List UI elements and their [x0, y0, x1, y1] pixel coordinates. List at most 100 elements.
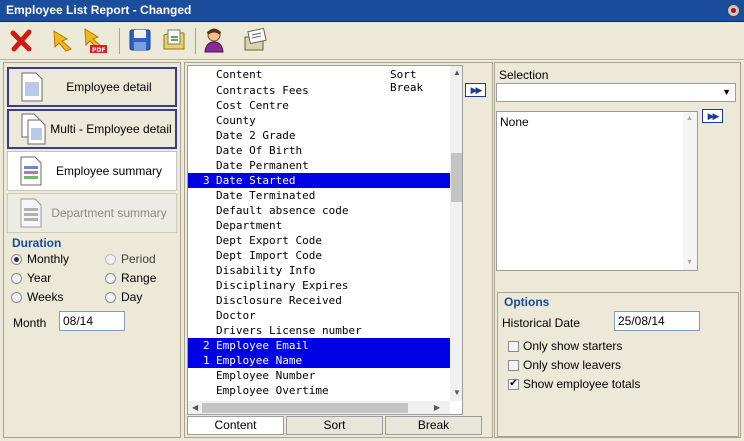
sort-order-number: 2	[203, 339, 210, 352]
radio-dot	[105, 253, 116, 265]
radio-weeks[interactable]: Weeks	[11, 290, 63, 304]
run-report-button[interactable]	[49, 25, 79, 55]
list-item-label: Date 2 Grade	[216, 129, 296, 142]
vertical-scrollbar[interactable]: ▲ ▼	[450, 66, 462, 401]
selection-add-button[interactable]: ▶▶	[702, 109, 723, 123]
list-item[interactable]: Contracts Fees	[188, 83, 450, 98]
month-input[interactable]: 08/14	[59, 311, 125, 331]
list-item[interactable]: Date Permanent	[188, 158, 450, 173]
double-arrow-right-icon: ▶▶	[470, 84, 483, 95]
report-type-panel: Employee detail Multi - Employee detail …	[3, 62, 181, 438]
list-item[interactable]: County	[188, 113, 450, 128]
checkbox-label: Only show leavers	[523, 358, 622, 372]
list-item[interactable]: Default absence code	[188, 203, 450, 218]
radio-label: Weeks	[27, 290, 64, 304]
scroll-down-icon[interactable]: ▼	[453, 388, 461, 397]
radio-range[interactable]: Range	[105, 271, 156, 285]
close-icon[interactable]	[727, 4, 740, 17]
radio-monthly[interactable]: Monthly	[11, 252, 69, 266]
documents-icon	[21, 113, 46, 145]
selection-combo[interactable]: ▼	[496, 83, 736, 102]
content-tabs: Content Sort Break	[187, 416, 483, 436]
list-item[interactable]: Dept Import Code	[188, 248, 450, 263]
scroll-up-icon[interactable]: ▲	[686, 115, 693, 122]
selection-item[interactable]: None	[500, 115, 529, 129]
list-item-label: Disciplinary Expires	[216, 279, 349, 292]
radio-label: Range	[121, 271, 157, 285]
list-item[interactable]: Date Of Birth	[188, 143, 450, 158]
scroll-right-icon[interactable]: ▶	[434, 403, 440, 412]
save-icon	[129, 29, 151, 51]
options-icon	[244, 27, 267, 51]
list-item[interactable]: 1 Employee Name	[188, 353, 450, 368]
toolbar-separator	[119, 28, 120, 54]
list-item[interactable]: Cost Centre	[188, 98, 450, 113]
checkbox-only-show-starters[interactable]: Only show starters	[508, 339, 622, 353]
user-button[interactable]	[199, 25, 229, 55]
list-item[interactable]: Employee Number	[188, 368, 450, 383]
list-rows: Contracts Fees Cost Centre County Date 2 Gr…	[188, 83, 450, 398]
list-header: Content Sort Break	[188, 68, 448, 94]
tab-sort[interactable]: Sort	[286, 416, 383, 435]
title-bar: Employee List Report - Changed	[0, 0, 744, 22]
list-item[interactable]: Employee Overtime	[188, 383, 450, 398]
list-item[interactable]: Date 2 Grade	[188, 128, 450, 143]
radio-label: Year	[27, 271, 52, 285]
list-item[interactable]: Disability Info	[188, 263, 450, 278]
list-item[interactable]: Disclosure Received	[188, 293, 450, 308]
list-item[interactable]: Doctor	[188, 308, 450, 323]
vertical-scrollbar[interactable]: ▲ ▼	[683, 112, 697, 270]
horizontal-scrollbar[interactable]: ◀ ▶	[188, 401, 450, 414]
scroll-down-icon[interactable]: ▼	[686, 259, 693, 266]
summary-document-icon	[20, 156, 42, 186]
list-item-label: Department	[216, 219, 283, 232]
list-item-label: Dept Import Code	[216, 249, 322, 262]
list-item[interactable]: 2 Employee Email	[188, 338, 450, 353]
list-item[interactable]: Drivers License number	[188, 323, 450, 338]
list-item[interactable]: Disciplinary Expires	[188, 278, 450, 293]
historical-date-input[interactable]: 25/08/14	[614, 311, 700, 331]
selection-listbox[interactable]: None ▲ ▼	[496, 111, 698, 271]
chevron-down-icon[interactable]: ▼	[722, 87, 731, 97]
list-item-label: Employee Name	[216, 354, 303, 367]
radio-day[interactable]: Day	[105, 290, 142, 304]
tab-content[interactable]: Content	[187, 416, 284, 435]
list-item[interactable]: Dept Export Code	[188, 233, 450, 248]
list-item-label: Cost Centre	[216, 99, 289, 112]
report-label: Employee summary	[55, 164, 163, 178]
report-employee-summary[interactable]: Employee summary	[7, 151, 177, 191]
options-button[interactable]	[240, 25, 270, 55]
header-content: Content	[216, 68, 263, 81]
checkbox-box: ✔	[508, 378, 519, 390]
delete-button[interactable]	[6, 25, 36, 55]
list-item-label: Disclosure Received	[216, 294, 342, 307]
toolbar: PDF	[0, 22, 744, 60]
options-group: Options Historical Date 25/08/14 Only sh…	[497, 292, 739, 437]
content-listbox[interactable]: Content Sort Break Contracts Fees Cost Ce…	[187, 65, 463, 415]
radio-period[interactable]: Period	[105, 252, 156, 266]
list-item[interactable]: Department	[188, 218, 450, 233]
open-button[interactable]	[159, 25, 189, 55]
scroll-thumb[interactable]	[451, 153, 462, 202]
report-employee-detail[interactable]: Employee detail	[7, 67, 177, 107]
toolbar-separator	[195, 28, 196, 54]
sort-order-number: 3	[203, 174, 210, 187]
list-item-label: Drivers License number	[216, 324, 362, 337]
tab-break[interactable]: Break	[385, 416, 482, 435]
scroll-left-icon[interactable]: ◀	[192, 403, 198, 412]
list-item[interactable]: 3 Date Started	[188, 173, 450, 188]
list-item-label: Date Permanent	[216, 159, 309, 172]
scroll-thumb[interactable]	[202, 403, 408, 413]
save-button[interactable]	[125, 25, 155, 55]
checkbox-only-show-leavers[interactable]: Only show leavers	[508, 358, 621, 372]
radio-dot	[11, 291, 22, 303]
report-multi-employee-detail[interactable]: Multi - Employee detail	[7, 109, 177, 149]
radio-year[interactable]: Year	[11, 271, 51, 285]
export-pdf-button[interactable]: PDF	[81, 25, 111, 55]
report-department-summary[interactable]: Department summary	[7, 193, 177, 233]
month-label: Month	[13, 316, 47, 330]
scroll-up-icon[interactable]: ▲	[453, 68, 461, 77]
list-item[interactable]: Date Terminated	[188, 188, 450, 203]
move-to-selection-button[interactable]: ▶▶	[465, 83, 486, 97]
checkbox-show-employee-totals[interactable]: ✔ Show employee totals	[508, 377, 640, 391]
